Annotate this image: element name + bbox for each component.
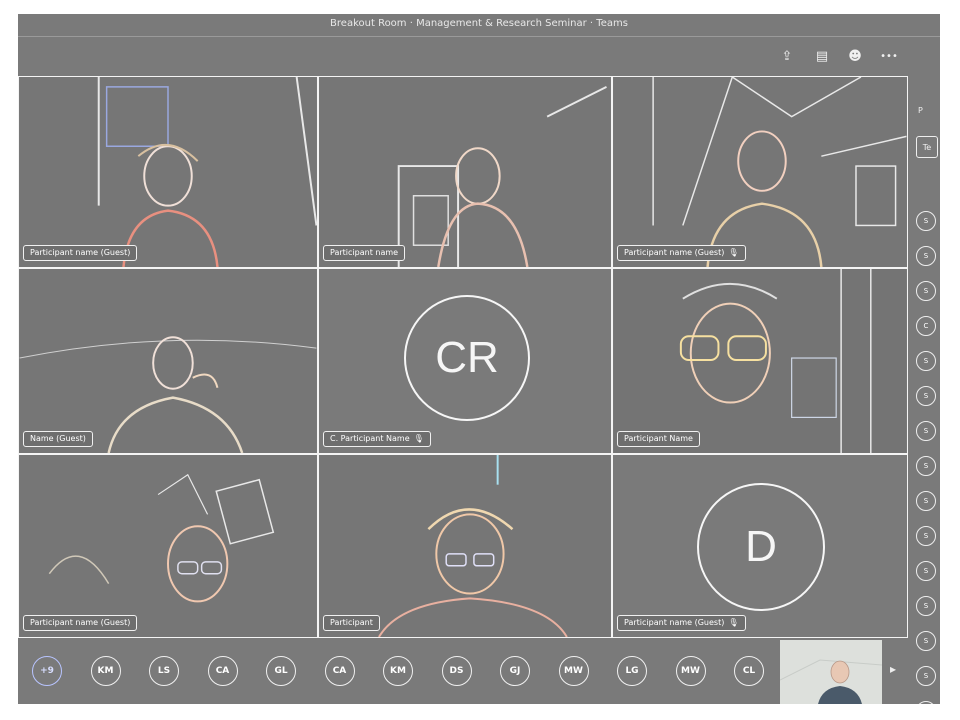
participant-avatar[interactable]: S [916,281,936,301]
participant-name: Participant name (Guest) [23,615,138,631]
participant-avatar[interactable]: MW [558,656,589,686]
panel-button[interactable]: Te [916,136,938,158]
participant-video [613,77,907,267]
meeting-toolbar: ⇪ ▤ ☻ ••• [18,37,940,77]
window-title: Breakout Room · Management & Research Se… [330,18,628,29]
participant-name: C. Participant Name 🎙 [323,431,431,447]
participant-name: Participant Name [617,431,700,447]
participant-avatar[interactable]: LG [617,656,647,686]
video-grid: Participant name (Guest) Participant nam… [18,76,908,638]
participants-panel: P Te SSSCSSSSSSSSSSS [913,76,940,704]
video-tile[interactable]: Name (Guest) [18,268,318,454]
notes-icon[interactable]: ▤ [813,47,831,65]
share-icon[interactable]: ⇪ [778,47,796,65]
participant-avatar[interactable]: S [916,596,936,616]
title-bar: Breakout Room · Management & Research Se… [18,14,940,37]
participant-avatar[interactable]: S [916,561,936,581]
video-tile[interactable]: Participant name (Guest) [18,454,318,638]
participant-video [319,455,611,637]
participant-avatar[interactable]: GL [266,656,296,686]
participant-name: Name (Guest) [23,431,93,447]
participant-avatar[interactable]: S [916,386,936,406]
mic-icon: 🎙 [728,248,739,257]
teams-window: Breakout Room · Management & Research Se… [18,14,940,704]
self-video [780,640,882,704]
participant-name-text: C. Participant Name [330,434,410,443]
participant-avatar[interactable]: DS [441,656,472,686]
avatar-initials: D [697,483,825,611]
participant-video [19,77,317,267]
video-tile[interactable]: Participant [318,454,612,638]
participant-video [19,269,317,453]
participant-avatar[interactable]: CA [324,656,355,686]
video-tile[interactable]: Participant Name [612,268,908,454]
participant-avatar[interactable]: LS [149,656,179,686]
participant-name: Participant name (Guest) [23,245,138,261]
expand-arrow-icon[interactable]: ▸ [890,662,896,676]
more-icon[interactable]: ••• [876,47,902,65]
participant-avatar[interactable]: CA [207,656,238,686]
participant-name: Participant name (Guest) 🎙 [617,245,746,261]
participant-avatar[interactable]: S [916,491,936,511]
mic-icon: 🎙 [413,434,424,443]
avatar-tile[interactable]: D Participant name (Guest) 🎙 [612,454,908,638]
more-participants-button[interactable]: +9 [32,656,62,686]
self-view[interactable] [780,640,882,704]
video-tile[interactable]: Participant name (Guest) [18,76,318,268]
video-tile[interactable]: Participant name [318,76,612,268]
participant-avatar[interactable]: KM [383,656,413,686]
participant-name: Participant name (Guest) 🎙 [617,615,746,631]
participant-video [613,269,907,453]
avatar-tile[interactable]: CR C. Participant Name 🎙 [318,268,612,454]
people-icon[interactable]: ☻ [846,47,864,65]
participant-avatar[interactable]: CL [734,656,764,686]
participant-avatar[interactable]: S [916,456,936,476]
participant-name-text: Participant name [330,248,399,257]
participant-avatar[interactable]: C [916,316,936,336]
participant-strip: +9 KM LS CA GL CA KM DS GJ MW LG MW CL ▸ [18,640,940,704]
participant-name: Participant [323,615,380,631]
panel-title: P [918,106,923,115]
participant-avatar[interactable]: MW [675,656,706,686]
avatar-initials: CR [404,295,530,421]
participant-avatar[interactable]: S [916,211,936,231]
participant-avatar[interactable]: GJ [500,656,530,686]
participant-name: Participant name [323,245,406,261]
participant-name-text: Participant name (Guest) [624,618,725,627]
participant-video [319,77,611,267]
participant-avatar[interactable]: S [916,246,936,266]
participant-avatar[interactable]: S [916,526,936,546]
mic-icon: 🎙 [728,618,739,627]
participant-avatar[interactable]: S [916,351,936,371]
video-tile[interactable]: Participant name (Guest) 🎙 [612,76,908,268]
participant-avatar[interactable]: S [916,421,936,441]
participant-video [19,455,317,637]
participant-name-text: Participant name (Guest) [624,248,725,257]
participant-avatar[interactable]: KM [90,656,121,686]
